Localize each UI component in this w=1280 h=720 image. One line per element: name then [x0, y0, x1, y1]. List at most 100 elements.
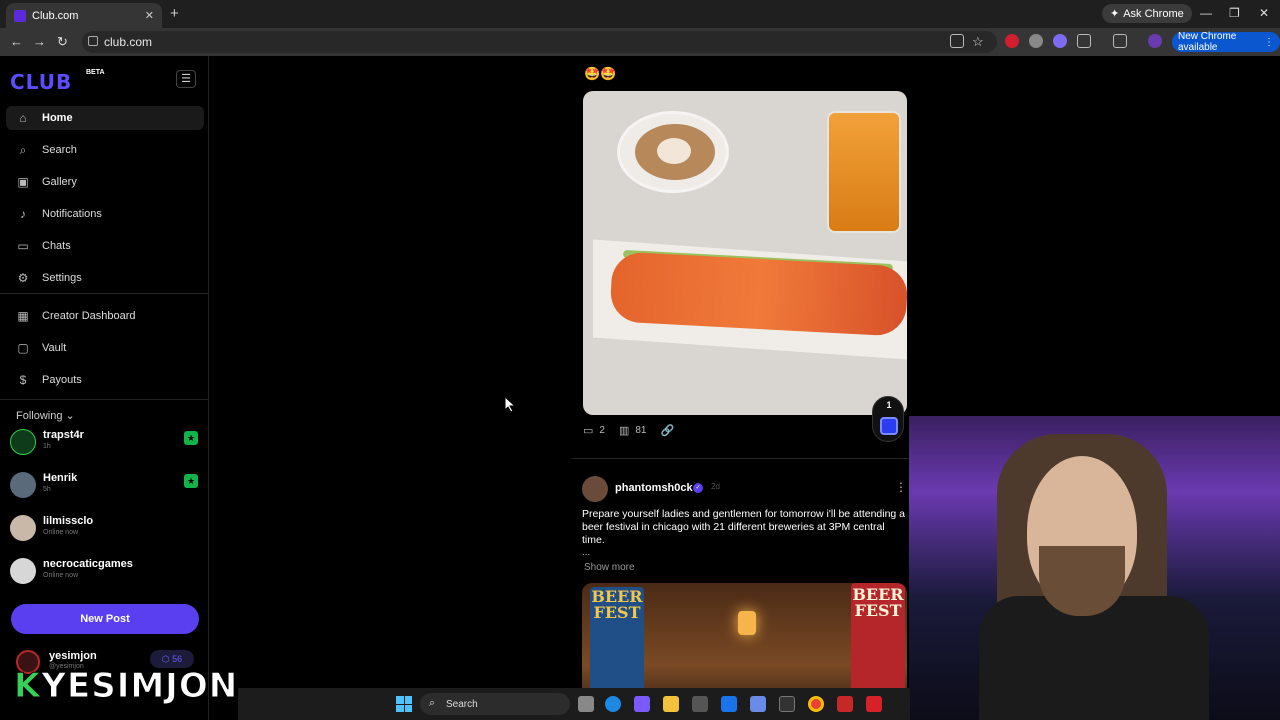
forward-icon[interactable]: →	[33, 34, 46, 49]
nav-label: Chats	[42, 240, 71, 252]
nav-home[interactable]: ⌂ Home	[6, 106, 204, 130]
taskbar-search[interactable]: ⌕ Search	[420, 693, 570, 715]
following-divider	[0, 399, 209, 400]
chat-icon: ▭	[17, 239, 29, 253]
nav-label: Notifications	[42, 208, 102, 220]
new-chrome-available-button[interactable]: New Chrome available ⋮	[1172, 31, 1280, 53]
chevron-down-icon: ⌄	[65, 410, 75, 422]
star-icon[interactable]: ★	[184, 431, 198, 445]
tab-title: Club.com	[32, 9, 79, 22]
file-explorer-icon[interactable]	[663, 696, 679, 712]
extension-gray-icon[interactable]	[1029, 34, 1043, 48]
bookmark-star-icon[interactable]: ☆	[972, 34, 984, 50]
tab-close-icon[interactable]: ✕	[145, 9, 154, 22]
post-author[interactable]: phantomsh0ck	[615, 482, 693, 494]
nav-label: Home	[42, 112, 73, 124]
install-app-icon[interactable]	[950, 34, 964, 48]
following-user-status: 5h	[43, 486, 51, 493]
sidebar: CLUB BETA ☰ ⌂ Home ⌕ Search ▣ Gallery ♪ …	[0, 56, 209, 720]
comment-icon[interactable]: ▭	[583, 424, 593, 437]
store-icon[interactable]	[692, 696, 708, 712]
star-icon[interactable]: ★	[184, 474, 198, 488]
lamp	[738, 611, 756, 635]
windows-start-icon[interactable]	[396, 696, 412, 712]
opera-icon[interactable]	[866, 696, 882, 712]
nav-chats[interactable]: ▭ Chats	[6, 234, 204, 258]
feed: 🤩🤩 1 ▭ 2 ▥ 81 🔗 phantomsh0ck ✓ 2d ⋮ Prep…	[571, 56, 909, 720]
nav-search[interactable]: ⌕ Search	[6, 138, 204, 162]
ask-chrome-button[interactable]: ✦ Ask Chrome	[1102, 4, 1192, 23]
coffee	[635, 124, 715, 180]
post-time: 2d	[711, 482, 720, 491]
search-icon: ⌕	[19, 142, 27, 157]
bell-icon: ♪	[20, 207, 26, 221]
windows-taskbar: ⌕ Search	[238, 688, 910, 720]
avatar	[10, 558, 36, 584]
browser-tab[interactable]: Club.com ✕	[6, 3, 162, 28]
post-photo-breakfast[interactable]	[583, 91, 907, 415]
new-tab-button[interactable]: +	[170, 5, 179, 22]
club-coin-icon	[880, 417, 898, 435]
taskbar-search-label: Search	[446, 698, 478, 710]
post-ellipsis: ...	[582, 547, 591, 558]
extensions-puzzle-icon[interactable]	[1077, 34, 1091, 48]
streamer-name: YESIMJON	[41, 666, 239, 707]
following-user-name: necrocaticgames	[43, 558, 133, 570]
nav-label: Gallery	[42, 176, 77, 188]
following-user-henrik[interactable]: Henrik 5h ★	[10, 469, 204, 503]
club-favicon-icon	[14, 9, 26, 22]
post-emoji: 🤩🤩	[584, 66, 617, 81]
views-icon: ▥	[618, 425, 630, 437]
profile-avatar[interactable]	[1148, 34, 1162, 48]
app-icon[interactable]	[779, 696, 795, 712]
new-chrome-label: New Chrome available	[1178, 31, 1237, 53]
minimize-button[interactable]: —	[1200, 6, 1212, 20]
collect-badge[interactable]: 1	[872, 396, 904, 442]
address-text: club.com	[104, 35, 153, 49]
nav-settings[interactable]: ⚙ Settings	[6, 266, 204, 290]
following-toggle[interactable]: Following ⌄	[16, 409, 75, 422]
club-logo[interactable]: CLUB	[10, 70, 72, 94]
close-window-button[interactable]: ✕	[1259, 6, 1269, 20]
avatar	[10, 429, 36, 455]
following-user-lilmissclo[interactable]: lilmissclo Online now	[10, 512, 204, 546]
browser-tab-bar: Club.com ✕ + ✦ Ask Chrome — ❐ ✕	[0, 0, 1280, 28]
side-panel-icon[interactable]	[1113, 34, 1127, 48]
nav-gallery[interactable]: ▣ Gallery	[6, 170, 204, 194]
following-user-name: lilmissclo	[43, 515, 94, 527]
maps-pin-icon[interactable]	[837, 696, 853, 712]
chrome-icon[interactable]	[808, 696, 824, 712]
edge-icon[interactable]	[605, 696, 621, 712]
hamburger-menu-icon[interactable]: ☰	[176, 70, 196, 88]
mail-icon[interactable]	[721, 696, 737, 712]
nav-label: Vault	[42, 342, 67, 354]
following-user-necrocaticgames[interactable]: necrocaticgames Online now	[10, 555, 204, 589]
nav-creator-dashboard[interactable]: ▦ Creator Dashboard	[6, 304, 204, 328]
nav-divider	[0, 293, 209, 294]
link-icon[interactable]: 🔗	[661, 424, 675, 437]
show-more-link[interactable]: Show more	[584, 562, 635, 573]
nav-notifications[interactable]: ♪ Notifications	[6, 202, 204, 226]
nav-vault[interactable]: ▢ Vault	[6, 336, 204, 360]
extension-red-icon[interactable]	[1005, 34, 1019, 48]
sparkle-icon: ✦	[1110, 8, 1120, 20]
following-user-trapst4r[interactable]: trapst4r 1h ★	[10, 426, 204, 460]
beta-badge: BETA	[86, 69, 105, 76]
restore-button[interactable]: ❐	[1229, 6, 1240, 20]
avatar[interactable]	[582, 476, 608, 502]
reload-icon[interactable]: ↻	[57, 34, 68, 50]
extension-purple-icon[interactable]	[1053, 34, 1067, 48]
m365-icon[interactable]	[750, 696, 766, 712]
new-post-button[interactable]: New Post	[11, 604, 199, 634]
nav-label: Search	[42, 144, 77, 156]
collect-count: 1	[886, 400, 892, 410]
nav-payouts[interactable]: $ Payouts	[6, 368, 204, 392]
copilot-icon[interactable]	[634, 696, 650, 712]
following-user-name: trapst4r	[43, 429, 84, 441]
more-options-icon[interactable]: ⋮	[895, 480, 907, 494]
task-view-icon[interactable]	[578, 696, 594, 712]
address-bar[interactable]: club.com	[82, 31, 997, 53]
cursor-arrow-icon	[504, 395, 517, 413]
site-info-icon[interactable]	[88, 36, 98, 46]
back-icon[interactable]: ←	[10, 34, 23, 49]
